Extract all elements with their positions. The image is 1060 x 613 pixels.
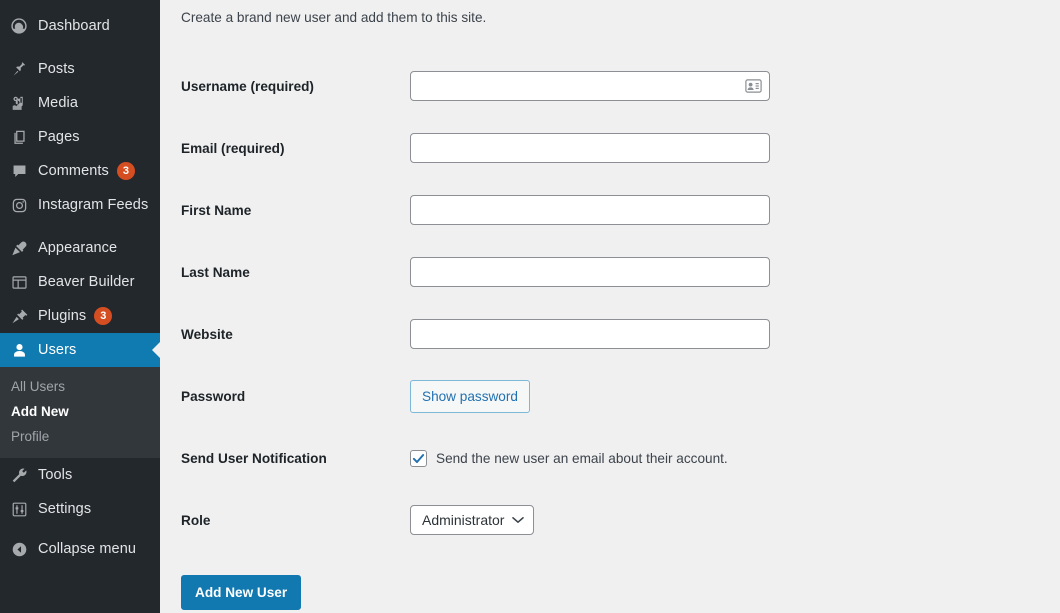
add-new-user-form-area: Create a brand new user and add them to … [160, 0, 1060, 613]
sidebar-item-tools[interactable]: Tools [0, 458, 160, 492]
wordpress-admin-screen: Dashboard Posts Media Pages Comments 3 I… [0, 0, 1060, 613]
sidebar-item-settings[interactable]: Settings [0, 492, 160, 526]
sidebar-item-label: Pages [38, 129, 80, 145]
sidebar-item-plugins[interactable]: Plugins 3 [0, 299, 160, 333]
username-field-cell [410, 55, 770, 117]
add-user-form: Username (required) Email (required) Fir… [181, 55, 770, 551]
email-input[interactable] [410, 133, 770, 164]
sidebar-item-label: Dashboard [38, 18, 110, 34]
users-submenu: All Users Add New Profile [0, 367, 160, 458]
website-label: Website [181, 326, 233, 342]
form-row-last-name: Last Name [181, 241, 770, 303]
form-row-first-name: First Name [181, 179, 770, 241]
submenu-item-add-new[interactable]: Add New [0, 399, 160, 424]
wrench-icon [8, 465, 30, 485]
instagram-icon [8, 195, 30, 215]
email-label: Email (required) [181, 140, 285, 156]
first-name-input[interactable] [410, 195, 770, 226]
username-input-wrap [410, 71, 770, 102]
email-field-cell [410, 117, 770, 179]
collapse-icon [8, 539, 30, 559]
plug-icon [8, 306, 30, 326]
website-field-cell [410, 303, 770, 365]
pages-icon [8, 127, 30, 147]
form-row-email: Email (required) [181, 117, 770, 179]
send-notification-cell: Send the new user an email about their a… [410, 427, 770, 489]
sidebar-item-label: Users [38, 342, 77, 358]
settings-icon [8, 499, 30, 519]
role-selected-value: Administrator [422, 512, 505, 529]
form-row-website: Website [181, 303, 770, 365]
sidebar-item-label: Posts [38, 61, 75, 77]
media-icon [8, 93, 30, 113]
dashboard-icon [8, 16, 30, 36]
sidebar-item-beaver-builder[interactable]: Beaver Builder [0, 265, 160, 299]
sidebar-item-label: Plugins [38, 308, 87, 324]
website-input[interactable] [410, 319, 770, 350]
admin-sidebar: Dashboard Posts Media Pages Comments 3 I… [0, 0, 160, 613]
last-name-input[interactable] [410, 257, 770, 288]
collapse-menu-button[interactable]: Collapse menu [0, 532, 160, 566]
sidebar-item-label: Appearance [38, 240, 118, 256]
role-label: Role [181, 512, 211, 528]
sidebar-item-label: Tools [38, 467, 73, 483]
chevron-down-icon [512, 516, 525, 524]
submenu-item-all-users[interactable]: All Users [0, 374, 160, 399]
submenu-item-profile[interactable]: Profile [0, 424, 160, 449]
pin-icon [8, 59, 30, 79]
contact-card-icon[interactable] [745, 79, 762, 94]
sidebar-item-label: Instagram Feeds [38, 197, 149, 213]
last-name-label: Last Name [181, 264, 250, 280]
sidebar-item-instagram-feeds[interactable]: Instagram Feeds [0, 188, 160, 222]
sidebar-item-users[interactable]: Users [0, 333, 160, 367]
form-row-send-notification: Send User Notification Send the new user… [181, 427, 770, 489]
last-name-field-cell [410, 241, 770, 303]
user-icon [8, 340, 30, 360]
first-name-field-cell [410, 179, 770, 241]
sidebar-item-label: Media [38, 95, 78, 111]
sidebar-item-label: Settings [38, 501, 92, 517]
password-label: Password [181, 388, 246, 404]
sidebar-item-label: Comments [38, 163, 109, 179]
sidebar-item-media[interactable]: Media [0, 86, 160, 120]
send-notification-checkbox-line: Send the new user an email about their a… [410, 449, 770, 467]
form-row-username: Username (required) [181, 55, 770, 117]
sidebar-item-pages[interactable]: Pages [0, 120, 160, 154]
add-new-user-button[interactable]: Add New User [181, 575, 302, 611]
sidebar-item-comments[interactable]: Comments 3 [0, 154, 160, 188]
form-row-role: Role Administrator [181, 489, 770, 551]
send-notification-label: Send User Notification [181, 450, 327, 466]
role-select[interactable]: Administrator [410, 505, 535, 536]
sidebar-item-label: Beaver Builder [38, 274, 135, 290]
sidebar-item-dashboard[interactable]: Dashboard [0, 9, 160, 43]
sidebar-item-posts[interactable]: Posts [0, 52, 160, 86]
comments-badge: 3 [116, 162, 135, 180]
paintbrush-icon [8, 238, 30, 258]
collapse-menu-label: Collapse menu [38, 541, 137, 557]
role-field-cell: Administrator [410, 489, 770, 551]
form-row-password: Password Show password [181, 365, 770, 427]
comment-icon [8, 161, 30, 181]
plugins-badge: 3 [94, 307, 113, 325]
password-field-cell: Show password [410, 365, 770, 427]
menu-separator [0, 43, 160, 52]
builder-icon [8, 272, 30, 292]
form-description: Create a brand new user and add them to … [181, 10, 487, 25]
send-notification-text: Send the new user an email about their a… [436, 450, 728, 466]
username-label: Username (required) [181, 78, 314, 94]
menu-separator [0, 222, 160, 231]
first-name-label: First Name [181, 202, 252, 218]
show-password-button[interactable]: Show password [410, 379, 530, 414]
username-input[interactable] [410, 71, 770, 102]
submit-area: Add New User [181, 551, 1060, 611]
sidebar-item-appearance[interactable]: Appearance [0, 231, 160, 265]
send-notification-checkbox[interactable] [410, 449, 427, 467]
